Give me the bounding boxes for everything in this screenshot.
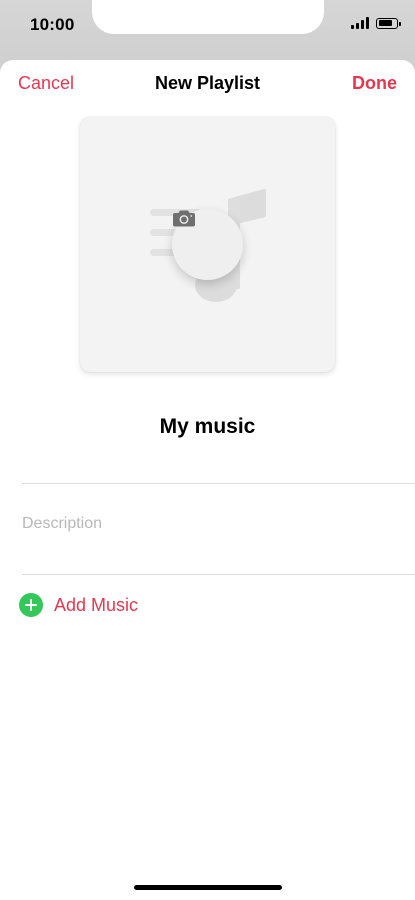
device-notch	[92, 0, 324, 34]
description-field[interactable]: Description	[22, 515, 102, 533]
plus-circle-icon	[19, 593, 43, 617]
cancel-button[interactable]: Cancel	[18, 73, 74, 94]
done-button[interactable]: Done	[352, 73, 397, 94]
playlist-artwork[interactable]	[80, 117, 335, 372]
add-music-button[interactable]: Add Music	[19, 593, 138, 617]
cellular-signal-icon	[351, 17, 369, 29]
battery-icon	[376, 17, 401, 29]
add-music-label: Add Music	[54, 594, 139, 615]
status-icons	[351, 17, 401, 29]
playlist-name[interactable]: My music	[0, 415, 415, 439]
divider-bottom	[22, 574, 415, 575]
camera-icon	[173, 210, 195, 227]
divider-top	[22, 483, 415, 484]
camera-button[interactable]	[172, 209, 243, 280]
home-indicator	[134, 885, 282, 890]
battery-fill	[378, 20, 393, 26]
new-playlist-sheet: New Playlist Cancel Done My music Descri	[0, 60, 415, 900]
status-time: 10:00	[30, 15, 75, 34]
